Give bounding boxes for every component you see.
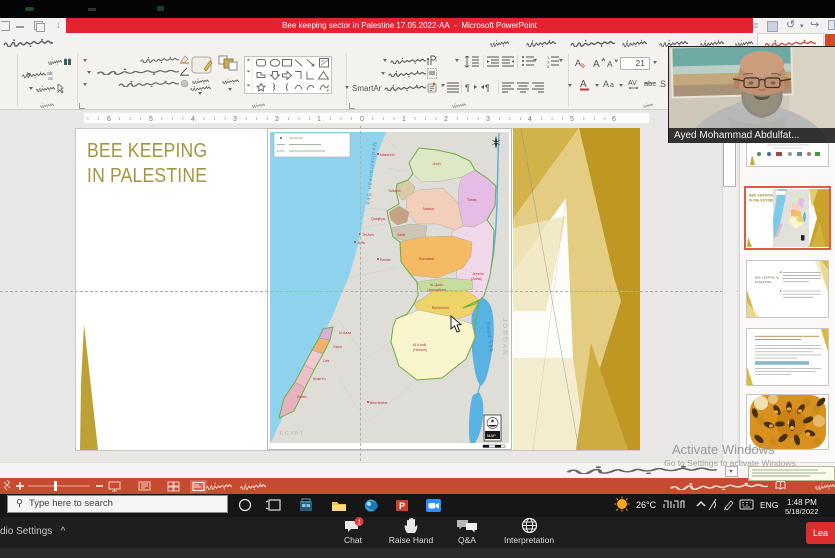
svg-text:A: A [575, 58, 581, 68]
svg-text:Nablus: Nablus [423, 207, 434, 211]
svg-text:P: P [399, 501, 405, 511]
svg-text:A: A [593, 59, 600, 69]
svg-text:Rafah: Rafah [297, 395, 307, 399]
svg-text:Tel Aviv: Tel Aviv [362, 233, 374, 237]
svg-text:Bethlehem: Bethlehem [432, 306, 449, 310]
svg-text:Jericho: Jericho [472, 272, 484, 276]
svg-text:Nazareth: Nazareth [380, 153, 395, 157]
svg-text:5/18/2022: 5/18/2022 [785, 507, 818, 516]
svg-text:1: 1 [402, 116, 406, 123]
svg-text:4: 4 [528, 116, 532, 123]
svg-text:SmartArt: SmartArt [352, 84, 382, 92]
svg-text:EGYPT: EGYPT [280, 431, 304, 437]
svg-text:4: 4 [191, 116, 195, 123]
svg-text:6: 6 [612, 116, 616, 123]
svg-text:Tubas: Tubas [467, 198, 477, 202]
svg-text:Jenin: Jenin [432, 162, 441, 166]
svg-text:S: S [660, 79, 666, 89]
svg-text:¶: ¶ [485, 83, 490, 92]
svg-text:2: 2 [275, 116, 279, 123]
svg-text:5: 5 [570, 116, 574, 123]
svg-text:A: A [603, 79, 609, 89]
svg-text:IN PALESTINE: IN PALESTINE [749, 198, 774, 202]
svg-text:KhanYu: KhanYu [313, 377, 326, 381]
svg-text:ac: ac [48, 76, 54, 80]
svg-text:26°C: 26°C [636, 500, 657, 510]
svg-text:Al-Quds: Al-Quds [430, 283, 443, 287]
svg-text:(Ariha): (Ariha) [471, 277, 482, 281]
svg-text:Tulkarm: Tulkarm [388, 189, 401, 193]
svg-text:AV: AV [628, 80, 637, 87]
svg-text:2: 2 [444, 116, 448, 123]
svg-text:1:48 PM: 1:48 PM [787, 498, 817, 507]
svg-text:Qalqiliya: Qalqiliya [371, 217, 385, 221]
svg-text:Beersheba: Beersheba [370, 401, 387, 405]
svg-text:BEE KEEPING: BEE KEEPING [749, 193, 774, 197]
svg-text:3: 3 [547, 64, 550, 68]
svg-text:Ramla: Ramla [380, 258, 390, 262]
svg-text:A: A [607, 59, 613, 69]
svg-text:A: A [580, 79, 587, 90]
svg-text:5: 5 [149, 116, 153, 123]
svg-text:1: 1 [357, 520, 361, 527]
svg-text:0: 0 [360, 116, 364, 123]
svg-text:PALESTINE: PALESTINE [755, 280, 771, 284]
svg-text:Deir: Deir [323, 359, 330, 363]
svg-text:Gaza: Gaza [333, 345, 342, 349]
svg-text:6: 6 [107, 116, 111, 123]
svg-text:Salfit: Salfit [397, 233, 405, 237]
svg-text:Ramallah: Ramallah [419, 257, 434, 261]
svg-text:¶: ¶ [465, 83, 470, 92]
svg-text:a: a [610, 82, 614, 89]
svg-text:3: 3 [233, 116, 237, 123]
svg-text:JORDAN: JORDAN [501, 318, 508, 357]
svg-text:abc: abc [644, 79, 656, 88]
svg-text:(Hebron): (Hebron) [413, 348, 427, 352]
svg-text:MAP: MAP [487, 433, 496, 438]
svg-text:N.Gaza: N.Gaza [339, 331, 351, 335]
svg-text:Al-Khalil: Al-Khalil [413, 343, 426, 347]
svg-text:ENG: ENG [760, 500, 778, 510]
svg-text:3: 3 [486, 116, 490, 123]
svg-text:1: 1 [317, 116, 321, 123]
